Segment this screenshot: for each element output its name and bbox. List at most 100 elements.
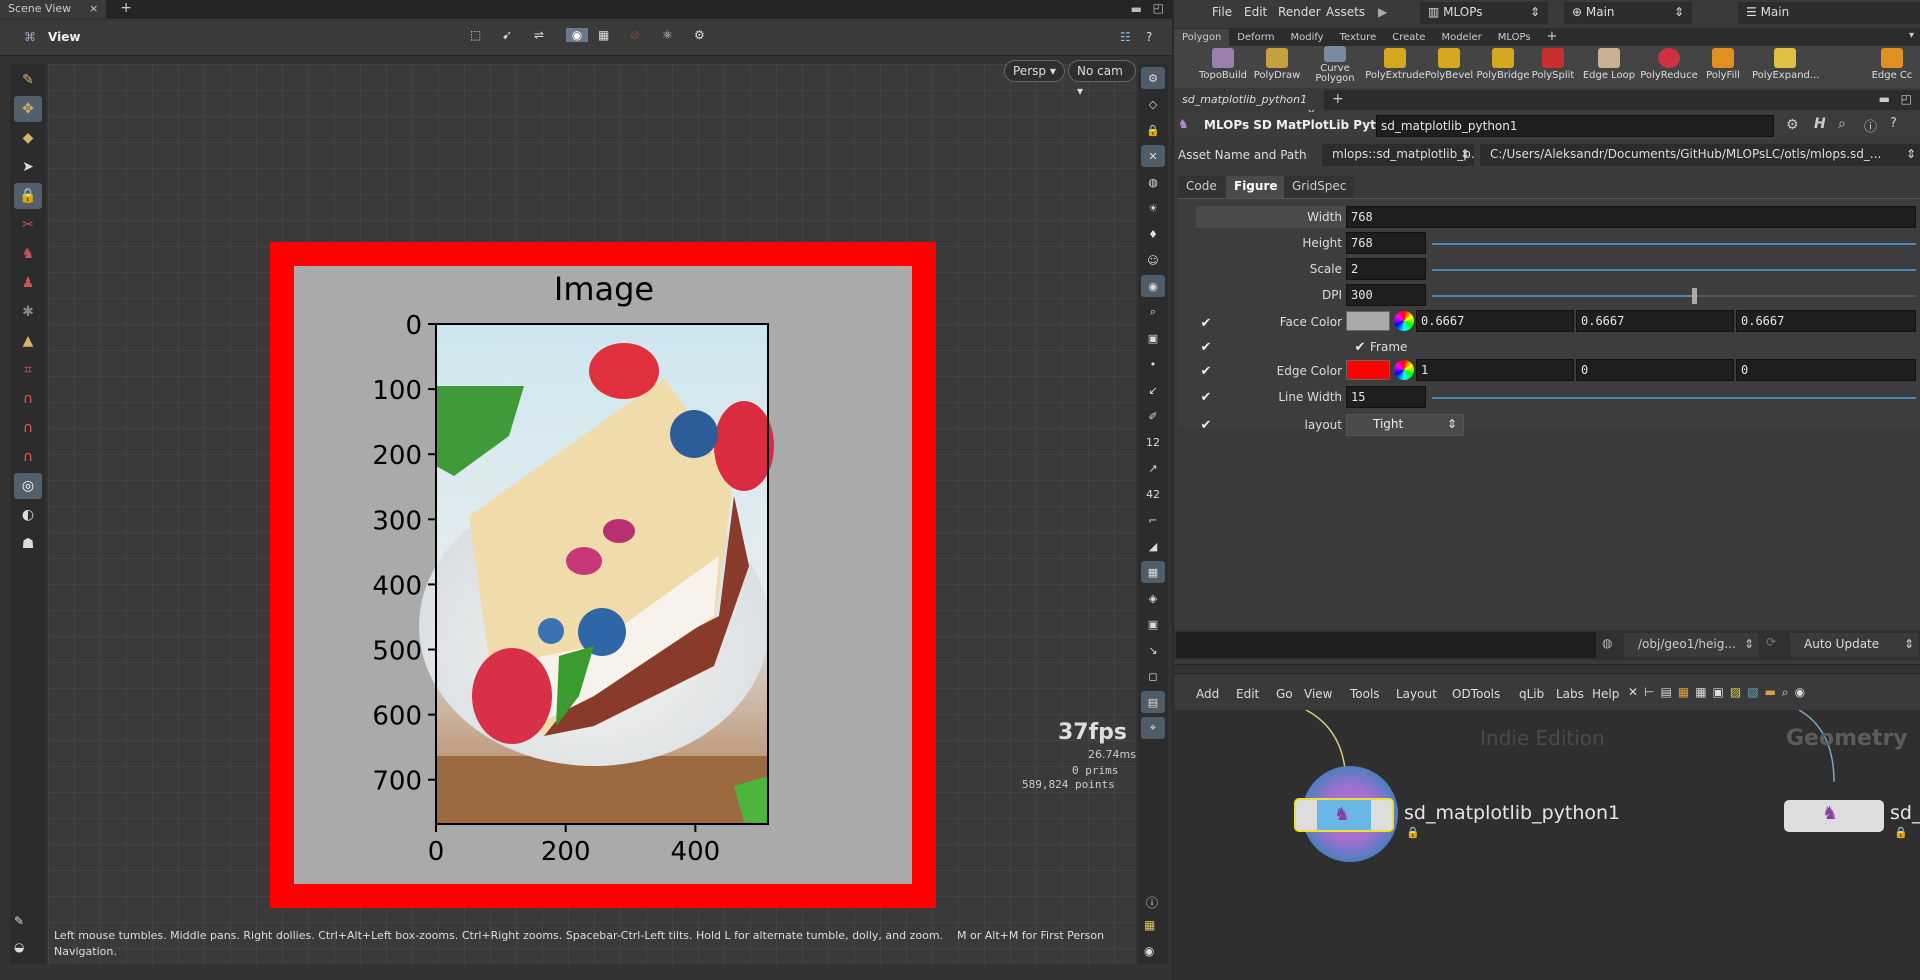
wireframe-icon[interactable]: ◇: [1141, 93, 1165, 115]
pane-menu-icon[interactable]: ▬: [1131, 2, 1142, 16]
wrench-icon[interactable]: ✕: [1628, 685, 1638, 700]
tool-polyfill[interactable]: PolyFill: [1690, 48, 1756, 81]
net-menu-go[interactable]: Go: [1276, 687, 1293, 701]
move-tool-icon[interactable]: ✥: [14, 96, 42, 122]
handle-icon[interactable]: ♟: [14, 270, 42, 296]
height-slider[interactable]: [1432, 243, 1916, 245]
layout-select[interactable]: Tight ⇕: [1346, 414, 1464, 436]
net-menu-odtools[interactable]: ODTools: [1452, 687, 1500, 701]
node-name-field[interactable]: sd_matplotlib_python1: [1376, 115, 1774, 137]
frame-checkbox[interactable]: ✔: [1352, 340, 1368, 356]
help-param-icon[interactable]: ?: [1890, 116, 1897, 131]
tool-edge-cusp[interactable]: Edge Cc: [1864, 48, 1920, 81]
frame-enable-checkbox[interactable]: ✔: [1198, 340, 1214, 356]
net-menu-labs[interactable]: Labs: [1556, 687, 1584, 701]
desktop-select[interactable]: ▥ MLOPs ⇕: [1420, 2, 1548, 24]
perspective-menu[interactable]: Persp ▾: [1004, 60, 1065, 82]
shading-icon[interactable]: ◍: [1141, 171, 1165, 193]
layout-icon[interactable]: ☷: [1120, 30, 1131, 44]
shelf-tab-mlops[interactable]: MLOPs: [1490, 29, 1539, 47]
tool-edge-loop[interactable]: Edge Loop: [1576, 48, 1642, 81]
settings-icon[interactable]: ⚙: [694, 28, 716, 42]
camera-icon[interactable]: ⌕: [1141, 301, 1165, 323]
pin-icon[interactable]: ⌖: [1141, 717, 1165, 739]
context-select[interactable]: ⊕ Main ⇕: [1564, 2, 1692, 24]
face-color-b[interactable]: 0.6667: [1736, 310, 1916, 332]
grid-view-icon[interactable]: ▦: [1695, 685, 1706, 700]
tree-icon[interactable]: ⊢: [1644, 685, 1654, 700]
select-geo-icon[interactable]: ⬚: [470, 28, 492, 42]
line-width-slider[interactable]: [1432, 397, 1916, 399]
pyramid-icon[interactable]: ▲: [14, 328, 42, 354]
edge-color-wheel-icon[interactable]: [1394, 360, 1414, 380]
rotate-tool-icon[interactable]: ◆: [14, 125, 42, 151]
lock-camera-icon[interactable]: 🔒: [1141, 119, 1165, 141]
face-color-checkbox[interactable]: ✔: [1198, 316, 1214, 332]
pane-maximize-icon[interactable]: ◰: [1153, 1, 1164, 15]
net-menu-edit[interactable]: Edit: [1236, 687, 1259, 701]
net-menu-qlib[interactable]: qLib: [1519, 687, 1544, 701]
snap-grid-icon[interactable]: ↘: [1141, 639, 1165, 661]
tab-gridspec[interactable]: GridSpec: [1284, 176, 1355, 198]
grid-icon[interactable]: ▦: [1141, 561, 1165, 583]
shelf-menu-icon[interactable]: ▾: [1909, 30, 1914, 41]
net-search-icon[interactable]: ⌕: [1782, 685, 1789, 700]
select-edge-icon[interactable]: ⇌: [534, 28, 556, 42]
snapshot-icon[interactable]: ▣: [1713, 685, 1724, 700]
auto-update-select[interactable]: Auto Update ⇕: [1790, 633, 1918, 657]
tool-polyexpand[interactable]: PolyExpand...: [1752, 48, 1819, 81]
menu-more-icon[interactable]: ▶: [1378, 5, 1387, 19]
tool-polydraw[interactable]: PolyDraw: [1244, 48, 1310, 81]
net-menu-view[interactable]: View: [1304, 687, 1332, 701]
magnet-crop-icon[interactable]: ⌗: [14, 357, 42, 383]
select-point-icon[interactable]: ➹: [502, 28, 524, 42]
node-second-lock-icon[interactable]: 🔒: [1894, 826, 1908, 839]
dpi-field[interactable]: 300: [1346, 284, 1426, 306]
view-menu[interactable]: View: [48, 30, 80, 44]
shelf-add-icon[interactable]: +: [1539, 28, 1566, 46]
dpi-slider-handle[interactable]: [1692, 288, 1697, 304]
node-sd-matplotlib[interactable]: ♞: [1294, 798, 1394, 832]
sticky-note-icon[interactable]: ▨: [1730, 685, 1741, 700]
prim-numbers-icon[interactable]: 42: [1141, 483, 1165, 505]
shelf-tab-texture[interactable]: Texture: [1332, 29, 1385, 47]
magnet-icon-3[interactable]: ∩: [14, 444, 42, 470]
node-second[interactable]: ♞: [1784, 800, 1884, 832]
scale-slider[interactable]: [1432, 269, 1916, 271]
light2-icon[interactable]: ♦: [1141, 223, 1165, 245]
tab-code[interactable]: Code: [1178, 176, 1225, 198]
refresh-icon[interactable]: ⟳: [1766, 635, 1776, 649]
net-eye-icon[interactable]: ◉: [1795, 685, 1805, 700]
lock-icon[interactable]: 🔒: [14, 183, 42, 209]
edge-color-b[interactable]: 0: [1736, 359, 1916, 381]
normal-icon[interactable]: ↙: [1141, 379, 1165, 401]
param-pane-menu-icon[interactable]: ▬: [1879, 92, 1890, 106]
net-menu-tools[interactable]: Tools: [1350, 687, 1380, 701]
node-second-label[interactable]: sd_: [1890, 802, 1920, 824]
display-bottom-icon[interactable]: ◒: [14, 940, 24, 954]
net-menu-add[interactable]: Add: [1196, 687, 1219, 701]
node-name-label[interactable]: sd_matplotlib_python1: [1404, 802, 1620, 824]
asset-name-select[interactable]: mlops::sd_matplotlib_p... ⇕: [1322, 144, 1474, 166]
bone-icon[interactable]: ✱: [14, 299, 42, 325]
help-icon[interactable]: ?: [1146, 30, 1152, 44]
scale-field[interactable]: 2: [1346, 258, 1426, 280]
camera-tool-icon[interactable]: ◐: [14, 502, 42, 528]
search-icon[interactable]: ⌕: [1838, 116, 1846, 132]
person-icon[interactable]: ☺: [1141, 249, 1165, 271]
edge-color-g[interactable]: 0: [1576, 359, 1734, 381]
safe-area-icon[interactable]: ◻: [1141, 665, 1165, 687]
point-icon[interactable]: •: [1141, 353, 1165, 375]
close-view-icon[interactable]: ✕: [1141, 145, 1165, 167]
shelf-tab-modify[interactable]: Modify: [1282, 29, 1331, 47]
menu-assets[interactable]: Assets: [1326, 5, 1365, 19]
render-icon[interactable]: ⚛: [662, 28, 684, 42]
edge-icon[interactable]: ◢: [1141, 535, 1165, 557]
face-color-wheel-icon[interactable]: [1394, 311, 1414, 331]
group-icon[interactable]: ▦: [598, 28, 620, 42]
layout-checkbox[interactable]: ✔: [1198, 418, 1214, 434]
net-menu-help[interactable]: Help: [1592, 687, 1619, 701]
net-menu-layout[interactable]: Layout: [1396, 687, 1437, 701]
line-width-field[interactable]: 15: [1346, 386, 1426, 408]
scene-view-tab[interactable]: Scene View ×: [0, 0, 107, 18]
